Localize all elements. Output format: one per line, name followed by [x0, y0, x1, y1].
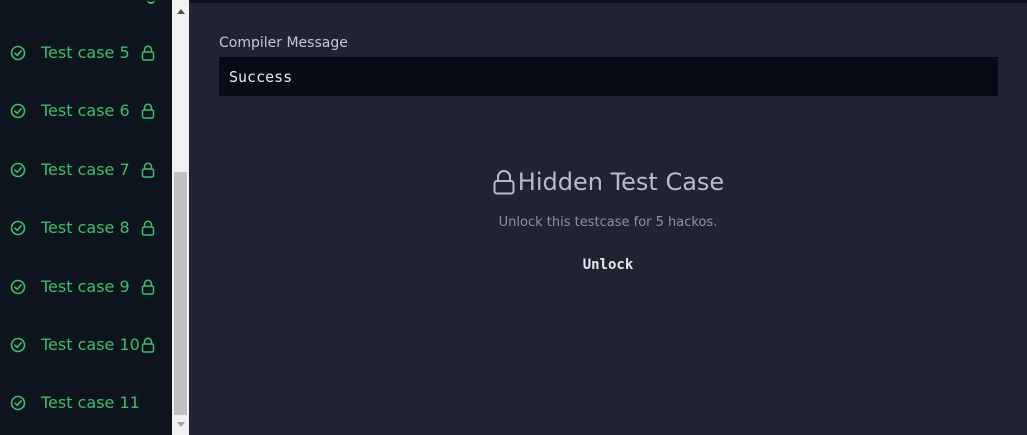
test-case-item-5[interactable]: Test case 5 — [0, 33, 172, 73]
lock-icon — [141, 162, 155, 178]
test-case-label: Test case 6 — [41, 101, 130, 120]
test-case-label: Test case 10 — [41, 335, 140, 354]
lock-icon — [141, 220, 155, 236]
test-case-label: Test case 9 — [41, 277, 130, 296]
check-circle-icon — [10, 162, 26, 178]
test-case-item-9[interactable]: Test case 9 — [0, 267, 172, 307]
test-case-label: Test case 7 — [41, 160, 130, 179]
test-case-label: Test case 5 — [41, 43, 130, 62]
test-case-item-7[interactable]: Test case 7 — [0, 150, 172, 190]
test-case-item-8[interactable]: Test case 8 — [0, 208, 172, 248]
lock-icon — [141, 337, 155, 353]
check-circle-icon — [10, 103, 26, 119]
compiler-message-value: Success — [229, 67, 293, 86]
unlock-button[interactable]: Unlock — [569, 253, 647, 277]
check-circle-icon — [10, 337, 26, 353]
check-circle-icon — [10, 220, 26, 236]
test-case-item-10[interactable]: Test case 10 — [0, 325, 172, 365]
scrollbar-thumb[interactable] — [174, 172, 187, 415]
partial-item-edge — [147, 0, 155, 4]
hidden-test-case-title-text: Hidden Test Case — [517, 168, 725, 196]
lock-icon — [141, 279, 155, 295]
test-case-sidebar: Test case 5 Test case 6 Test case 7 Test… — [0, 0, 172, 435]
test-case-item-11[interactable]: Test case 11 — [0, 383, 172, 423]
sidebar-scrollbar[interactable] — [172, 0, 189, 435]
lock-icon — [141, 45, 155, 61]
compiler-message-label: Compiler Message — [219, 35, 348, 51]
check-circle-icon — [10, 395, 26, 411]
hidden-test-case-subtitle: Unlock this testcase for 5 hackos. — [498, 215, 718, 230]
lock-icon — [141, 103, 155, 119]
test-case-item-6[interactable]: Test case 6 — [0, 91, 172, 131]
test-case-label: Test case 11 — [41, 393, 140, 412]
hidden-test-case-title: Hidden Test Case — [492, 168, 724, 196]
check-circle-icon — [10, 45, 26, 61]
test-case-label: Test case 8 — [41, 218, 130, 237]
lock-icon — [493, 170, 515, 195]
compiler-message-box: Success — [219, 57, 998, 96]
hidden-test-case-header: Hidden Test Case — [189, 168, 1027, 199]
scroll-up-arrow-icon[interactable] — [172, 3, 189, 20]
scroll-down-arrow-icon[interactable] — [172, 416, 189, 433]
check-circle-icon — [10, 279, 26, 295]
test-case-detail-panel: Compiler Message Success Hidden Test Cas… — [189, 3, 1027, 435]
